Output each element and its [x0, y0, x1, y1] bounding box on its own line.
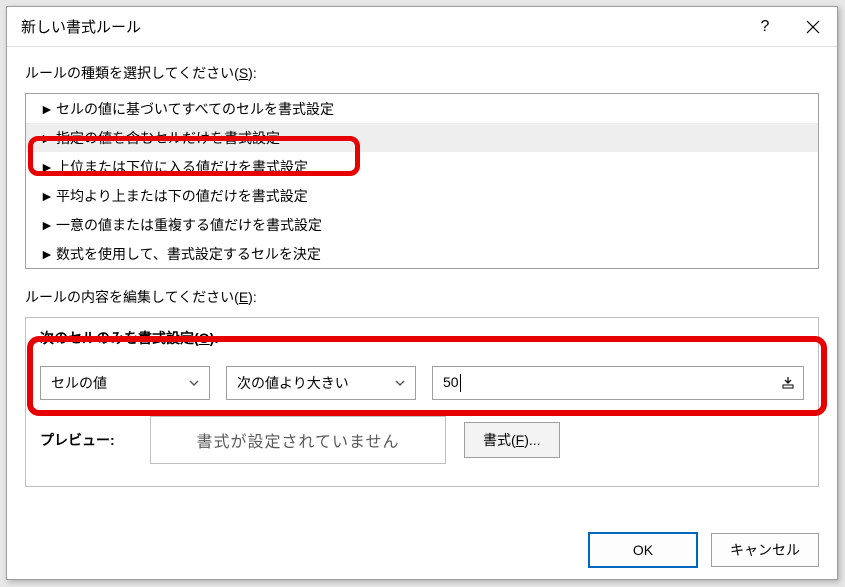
- new-format-rule-dialog: 新しい書式ルール ? ルールの種類を選択してください(S): ► セルの値に基づ…: [6, 6, 838, 580]
- ok-button[interactable]: OK: [589, 533, 697, 567]
- arrow-icon: ►: [40, 246, 56, 262]
- operator-combo[interactable]: 次の値より大きい: [226, 366, 416, 400]
- arrow-icon: ►: [40, 130, 56, 146]
- help-button[interactable]: ?: [741, 7, 789, 47]
- dialog-footer: OK キャンセル: [7, 521, 837, 579]
- rule-type-item-1[interactable]: ► 指定の値を含むセルだけを書式設定: [26, 123, 818, 152]
- close-icon: [806, 20, 820, 34]
- arrow-icon: ►: [40, 188, 56, 204]
- text-caret: [460, 374, 461, 392]
- format-only-label: 次のセルのみを書式設定(O):: [40, 328, 804, 348]
- arrow-icon: ►: [40, 159, 56, 175]
- rule-type-list[interactable]: ► セルの値に基づいてすべてのセルを書式設定 ► 指定の値を含むセルだけを書式設…: [25, 93, 819, 269]
- value-input[interactable]: 50: [432, 366, 804, 400]
- close-button[interactable]: [789, 7, 837, 47]
- rule-type-item-0[interactable]: ► セルの値に基づいてすべてのセルを書式設定: [26, 94, 818, 123]
- rule-type-item-2[interactable]: ► 上位または下位に入る値だけを書式設定: [26, 152, 818, 181]
- condition-type-combo[interactable]: セルの値: [40, 366, 210, 400]
- rule-type-label: ルールの種類を選択してください(S):: [25, 63, 819, 83]
- rule-type-item-4[interactable]: ► 一意の値または重複する値だけを書式設定: [26, 210, 818, 239]
- titlebar: 新しい書式ルール ?: [7, 7, 837, 47]
- preview-label: プレビュー:: [40, 430, 132, 450]
- rule-edit-area: 次のセルのみを書式設定(O): セルの値 次の値より大きい: [25, 317, 819, 487]
- chevron-down-icon: [183, 370, 205, 396]
- format-button[interactable]: 書式(F)...: [464, 422, 560, 458]
- arrow-icon: ►: [40, 101, 56, 117]
- rule-edit-label: ルールの内容を編集してください(E):: [25, 287, 819, 307]
- preview-row: プレビュー: 書式が設定されていません 書式(F)...: [40, 416, 804, 464]
- rule-type-item-3[interactable]: ► 平均より上または下の値だけを書式設定: [26, 181, 818, 210]
- rule-type-item-5[interactable]: ► 数式を使用して、書式設定するセルを決定: [26, 239, 818, 268]
- dialog-title: 新しい書式ルール: [21, 16, 741, 37]
- range-select-button[interactable]: [777, 370, 799, 396]
- dialog-body: ルールの種類を選択してください(S): ► セルの値に基づいてすべてのセルを書式…: [7, 47, 837, 521]
- cancel-button[interactable]: キャンセル: [711, 533, 819, 567]
- condition-row: セルの値 次の値より大きい 50: [40, 366, 804, 400]
- collapse-dialog-icon: [781, 376, 795, 390]
- arrow-icon: ►: [40, 217, 56, 233]
- chevron-down-icon: [389, 370, 411, 396]
- preview-box: 書式が設定されていません: [150, 416, 446, 464]
